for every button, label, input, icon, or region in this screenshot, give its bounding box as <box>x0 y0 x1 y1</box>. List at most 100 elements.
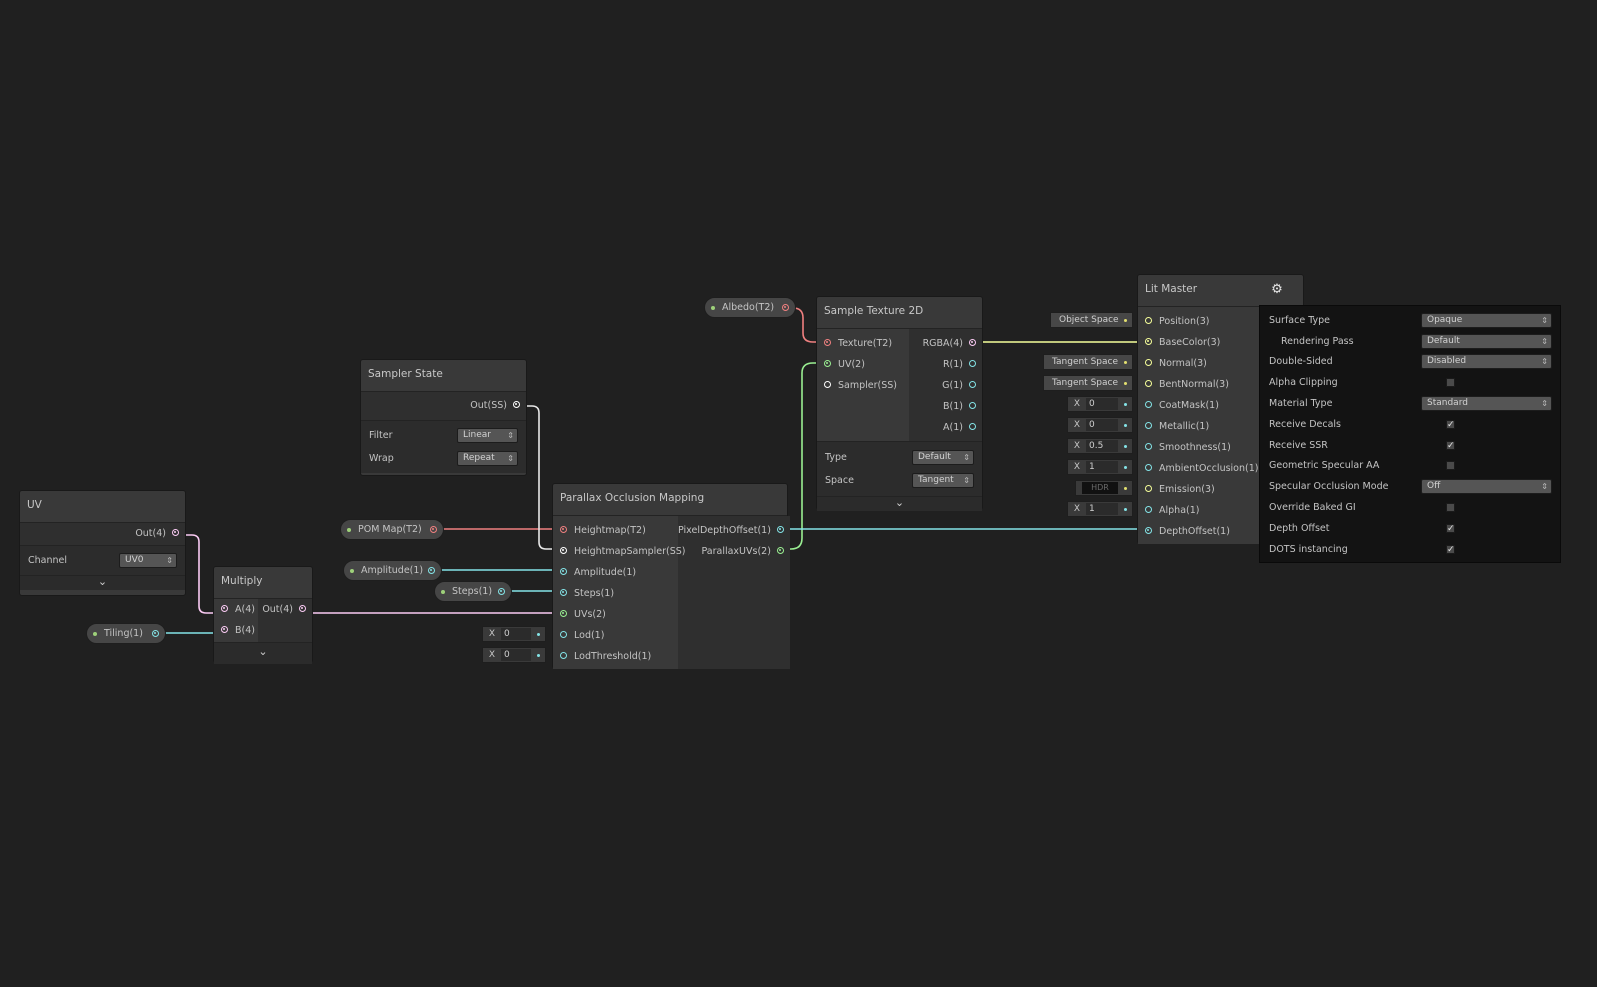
port-dot[interactable] <box>969 402 976 409</box>
metallic-input[interactable]: 0 <box>1086 419 1118 431</box>
port-dot[interactable] <box>969 339 976 346</box>
pom-pixel-depth-offset-port[interactable]: PixelDepthOffset(1) <box>678 520 790 541</box>
pom-heightmap-port[interactable]: Heightmap(T2) <box>553 520 678 541</box>
lod-threshold-input[interactable]: 0 <box>501 649 531 661</box>
property-out-port[interactable] <box>152 630 159 637</box>
port-dot[interactable] <box>1145 527 1152 534</box>
parallax-occlusion-mapping-node[interactable]: Parallax Occlusion Mapping Heightmap(T2)… <box>552 483 790 669</box>
chevron-down-icon[interactable]: ⌄ <box>20 575 185 590</box>
alpha-clipping-checkbox[interactable] <box>1446 378 1455 388</box>
filter-dropdown[interactable]: Linear <box>457 428 518 443</box>
ambient-occlusion-field[interactable]: X1 <box>1067 459 1133 475</box>
property-out-port[interactable] <box>428 567 435 574</box>
b-output-port[interactable]: B(1) <box>909 396 982 417</box>
smoothness-field[interactable]: X 0.5 <box>1067 438 1133 454</box>
sampler-input-port[interactable]: Sampler(SS) <box>817 375 909 396</box>
coatmask-field[interactable]: X0 <box>1067 396 1133 412</box>
texture-input-port[interactable]: Texture(T2) <box>817 333 909 354</box>
port-dot[interactable] <box>513 401 520 408</box>
normal-space-field[interactable]: Tangent Space <box>1043 354 1133 370</box>
port-dot[interactable] <box>776 547 784 554</box>
bentnormal-space-field[interactable]: Tangent Space <box>1043 375 1133 391</box>
port-dot[interactable] <box>560 652 567 659</box>
hdr-color-swatch[interactable]: HDR <box>1082 482 1118 494</box>
depth-offset-checkbox[interactable]: ✓ <box>1446 523 1455 533</box>
port-dot[interactable] <box>221 605 228 612</box>
specular-occlusion-mode-dropdown[interactable]: Off <box>1421 479 1552 495</box>
port-dot[interactable] <box>560 631 567 638</box>
port-dot[interactable] <box>1145 338 1152 345</box>
pom-heightmap-sampler-port[interactable]: HeightmapSampler(SS) <box>553 541 686 562</box>
rgba-output-port[interactable]: RGBA(4) <box>909 333 982 354</box>
port-dot[interactable] <box>560 526 567 533</box>
sample-texture-2d-node[interactable]: Sample Texture 2D Texture(T2) UV(2) Samp… <box>816 296 983 511</box>
coatmask-input[interactable]: 0 <box>1086 398 1118 410</box>
double-sided-dropdown[interactable]: Disabled <box>1421 354 1552 370</box>
albedo-property[interactable]: Albedo(T2) <box>704 297 796 318</box>
surface-type-dropdown[interactable]: Opaque <box>1421 312 1552 328</box>
port-dot[interactable] <box>969 423 976 430</box>
port-dot[interactable] <box>221 626 228 633</box>
property-out-port[interactable] <box>782 304 789 311</box>
port-dot[interactable] <box>969 381 976 388</box>
override-baked-gi-checkbox[interactable] <box>1446 503 1455 513</box>
port-dot[interactable] <box>824 339 831 346</box>
material-type-dropdown[interactable]: Standard <box>1421 396 1552 412</box>
alpha-input[interactable]: 1 <box>1086 503 1118 515</box>
port-dot[interactable] <box>824 381 831 388</box>
port-dot[interactable] <box>1145 464 1152 471</box>
port-dot[interactable] <box>560 610 567 617</box>
sampler-out-port[interactable]: Out(SS) <box>361 395 526 416</box>
port-dot[interactable] <box>560 568 567 575</box>
port-dot[interactable] <box>560 547 567 554</box>
port-dot[interactable] <box>299 605 306 612</box>
port-dot[interactable] <box>824 360 831 367</box>
smoothness-input[interactable]: 0.5 <box>1086 440 1118 452</box>
multiply-out-port[interactable]: Out(4) <box>258 599 312 620</box>
port-dot[interactable] <box>1145 359 1152 366</box>
receive-decals-checkbox[interactable]: ✓ <box>1446 419 1455 429</box>
r-output-port[interactable]: R(1) <box>909 354 982 375</box>
port-dot[interactable] <box>1145 380 1152 387</box>
pom-uvs-port[interactable]: UVs(2) <box>553 604 678 625</box>
steps-property[interactable]: Steps(1) <box>434 581 512 602</box>
multiply-a-port[interactable]: A(4) <box>214 599 258 620</box>
pom-amplitude-port[interactable]: Amplitude(1) <box>553 562 678 583</box>
pom-map-property[interactable]: POM Map(T2) <box>340 519 444 540</box>
port-dot[interactable] <box>1145 506 1152 513</box>
uv-node[interactable]: UV Out(4) Channel UV0 ⌄ <box>19 490 186 596</box>
port-dot[interactable] <box>969 360 976 367</box>
pom-lod-port[interactable]: Lod(1) <box>553 625 678 646</box>
pom-parallax-uvs-port[interactable]: ParallaxUVs(2) <box>678 541 790 562</box>
port-dot[interactable] <box>560 589 567 596</box>
property-out-port[interactable] <box>430 526 437 533</box>
port-dot[interactable] <box>1145 401 1152 408</box>
pom-steps-port[interactable]: Steps(1) <box>553 583 678 604</box>
uv-out-port[interactable]: Out(4) <box>20 523 185 544</box>
rendering-pass-dropdown[interactable]: Default <box>1421 333 1552 349</box>
geometric-specular-aa-checkbox[interactable] <box>1446 461 1455 471</box>
space-dropdown[interactable]: Tangent <box>912 473 974 488</box>
position-space-field[interactable]: Object Space <box>1050 312 1133 328</box>
multiply-node[interactable]: Multiply A(4) B(4) Out(4) ⌄ <box>213 566 313 664</box>
property-out-port[interactable] <box>498 588 505 595</box>
port-dot[interactable] <box>1145 317 1152 324</box>
chevron-down-icon[interactable]: ⌄ <box>817 496 982 511</box>
port-dot[interactable] <box>1145 443 1152 450</box>
emission-color-field[interactable]: HDR <box>1075 480 1133 496</box>
multiply-b-port[interactable]: B(4) <box>214 620 258 641</box>
g-output-port[interactable]: G(1) <box>909 375 982 396</box>
lod-threshold-field[interactable]: X 0 <box>482 647 546 663</box>
amplitude-property[interactable]: Amplitude(1) <box>343 560 442 581</box>
lod-field[interactable]: X 0 <box>482 626 546 642</box>
lod-input[interactable]: 0 <box>501 628 531 640</box>
a-output-port[interactable]: A(1) <box>909 417 982 438</box>
channel-dropdown[interactable]: UV0 <box>119 553 177 568</box>
ambient-occlusion-input[interactable]: 1 <box>1086 461 1118 473</box>
uv-input-port[interactable]: UV(2) <box>817 354 909 375</box>
metallic-field[interactable]: X0 <box>1067 417 1133 433</box>
pom-lod-threshold-port[interactable]: LodThreshold(1) <box>553 646 678 667</box>
receive-ssr-checkbox[interactable]: ✓ <box>1446 440 1455 450</box>
gear-icon[interactable]: ⚙ <box>1270 283 1284 297</box>
dots-instancing-checkbox[interactable]: ✓ <box>1446 544 1455 554</box>
